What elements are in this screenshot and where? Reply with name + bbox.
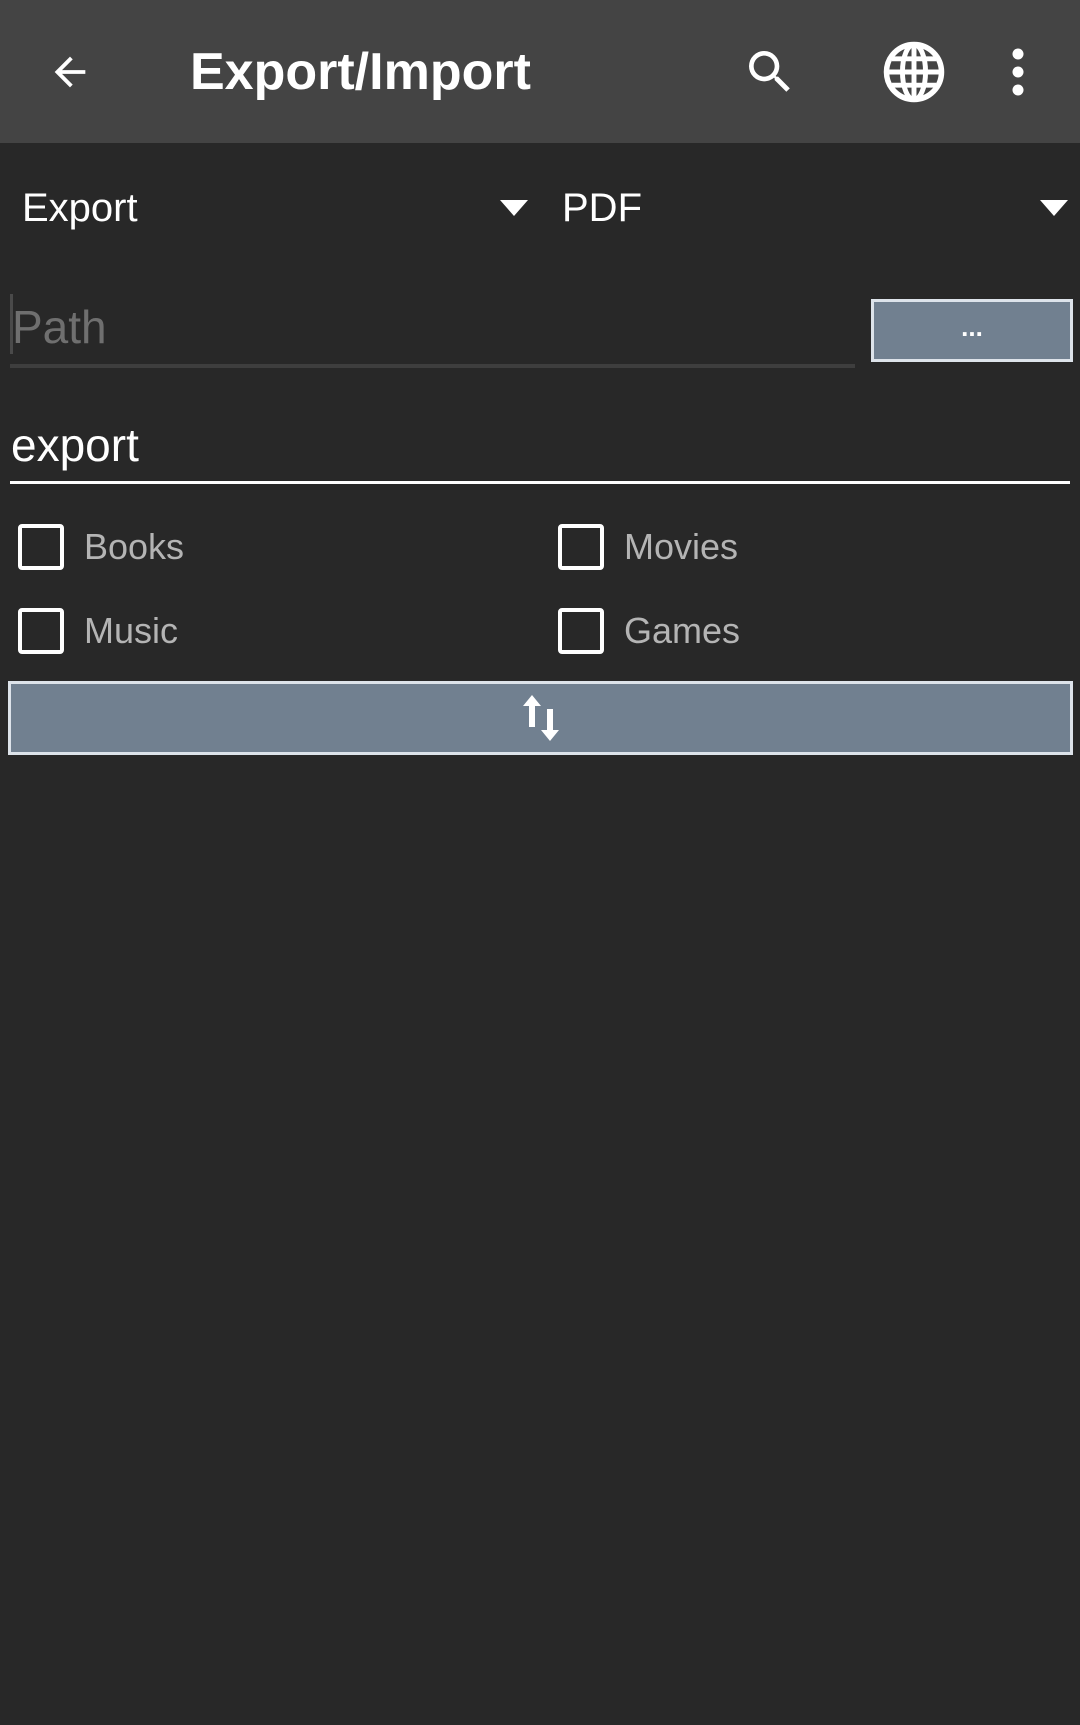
more-vert-icon [1012, 48, 1024, 96]
mode-spinner[interactable]: Export [22, 178, 532, 238]
format-spinner-value: PDF [562, 185, 642, 230]
checkbox-games[interactable]: Games [558, 601, 740, 661]
checkbox-label: Games [624, 610, 741, 651]
globe-icon [883, 41, 945, 103]
page-title: Export/Import [190, 43, 531, 101]
language-button[interactable] [878, 36, 950, 108]
checkbox-box[interactable] [558, 524, 604, 570]
path-input[interactable] [10, 292, 855, 362]
checkbox-books[interactable]: Books [18, 517, 184, 577]
filename-input[interactable] [10, 410, 1070, 480]
checkbox-music[interactable]: Music [18, 601, 178, 661]
mode-spinner-value: Export [22, 185, 138, 230]
filename-field [10, 410, 1070, 484]
format-spinner[interactable]: PDF [562, 178, 1072, 238]
app-bar: Export/Import [0, 0, 1080, 143]
checkbox-label: Music [84, 610, 179, 651]
checkbox-box[interactable] [558, 608, 604, 654]
dropdown-arrow-icon [1040, 200, 1068, 216]
arrow-back-icon [54, 56, 86, 88]
search-button[interactable] [740, 42, 800, 102]
text-cursor [10, 294, 13, 354]
search-icon [749, 51, 790, 92]
checkbox-label: Books [84, 526, 185, 567]
swap-vertical-icon [522, 695, 559, 741]
overflow-menu-button[interactable] [998, 42, 1038, 102]
export-import-button[interactable] [8, 681, 1073, 755]
browse-button[interactable]: ... [871, 299, 1073, 362]
browse-button-label: ... [961, 312, 983, 342]
checkbox-box[interactable] [18, 608, 64, 654]
path-field [10, 292, 855, 368]
dropdown-arrow-icon [500, 200, 528, 216]
checkbox-label: Movies [624, 526, 739, 567]
checkbox-movies[interactable]: Movies [558, 517, 738, 577]
back-button[interactable] [40, 42, 100, 102]
checkbox-box[interactable] [18, 524, 64, 570]
